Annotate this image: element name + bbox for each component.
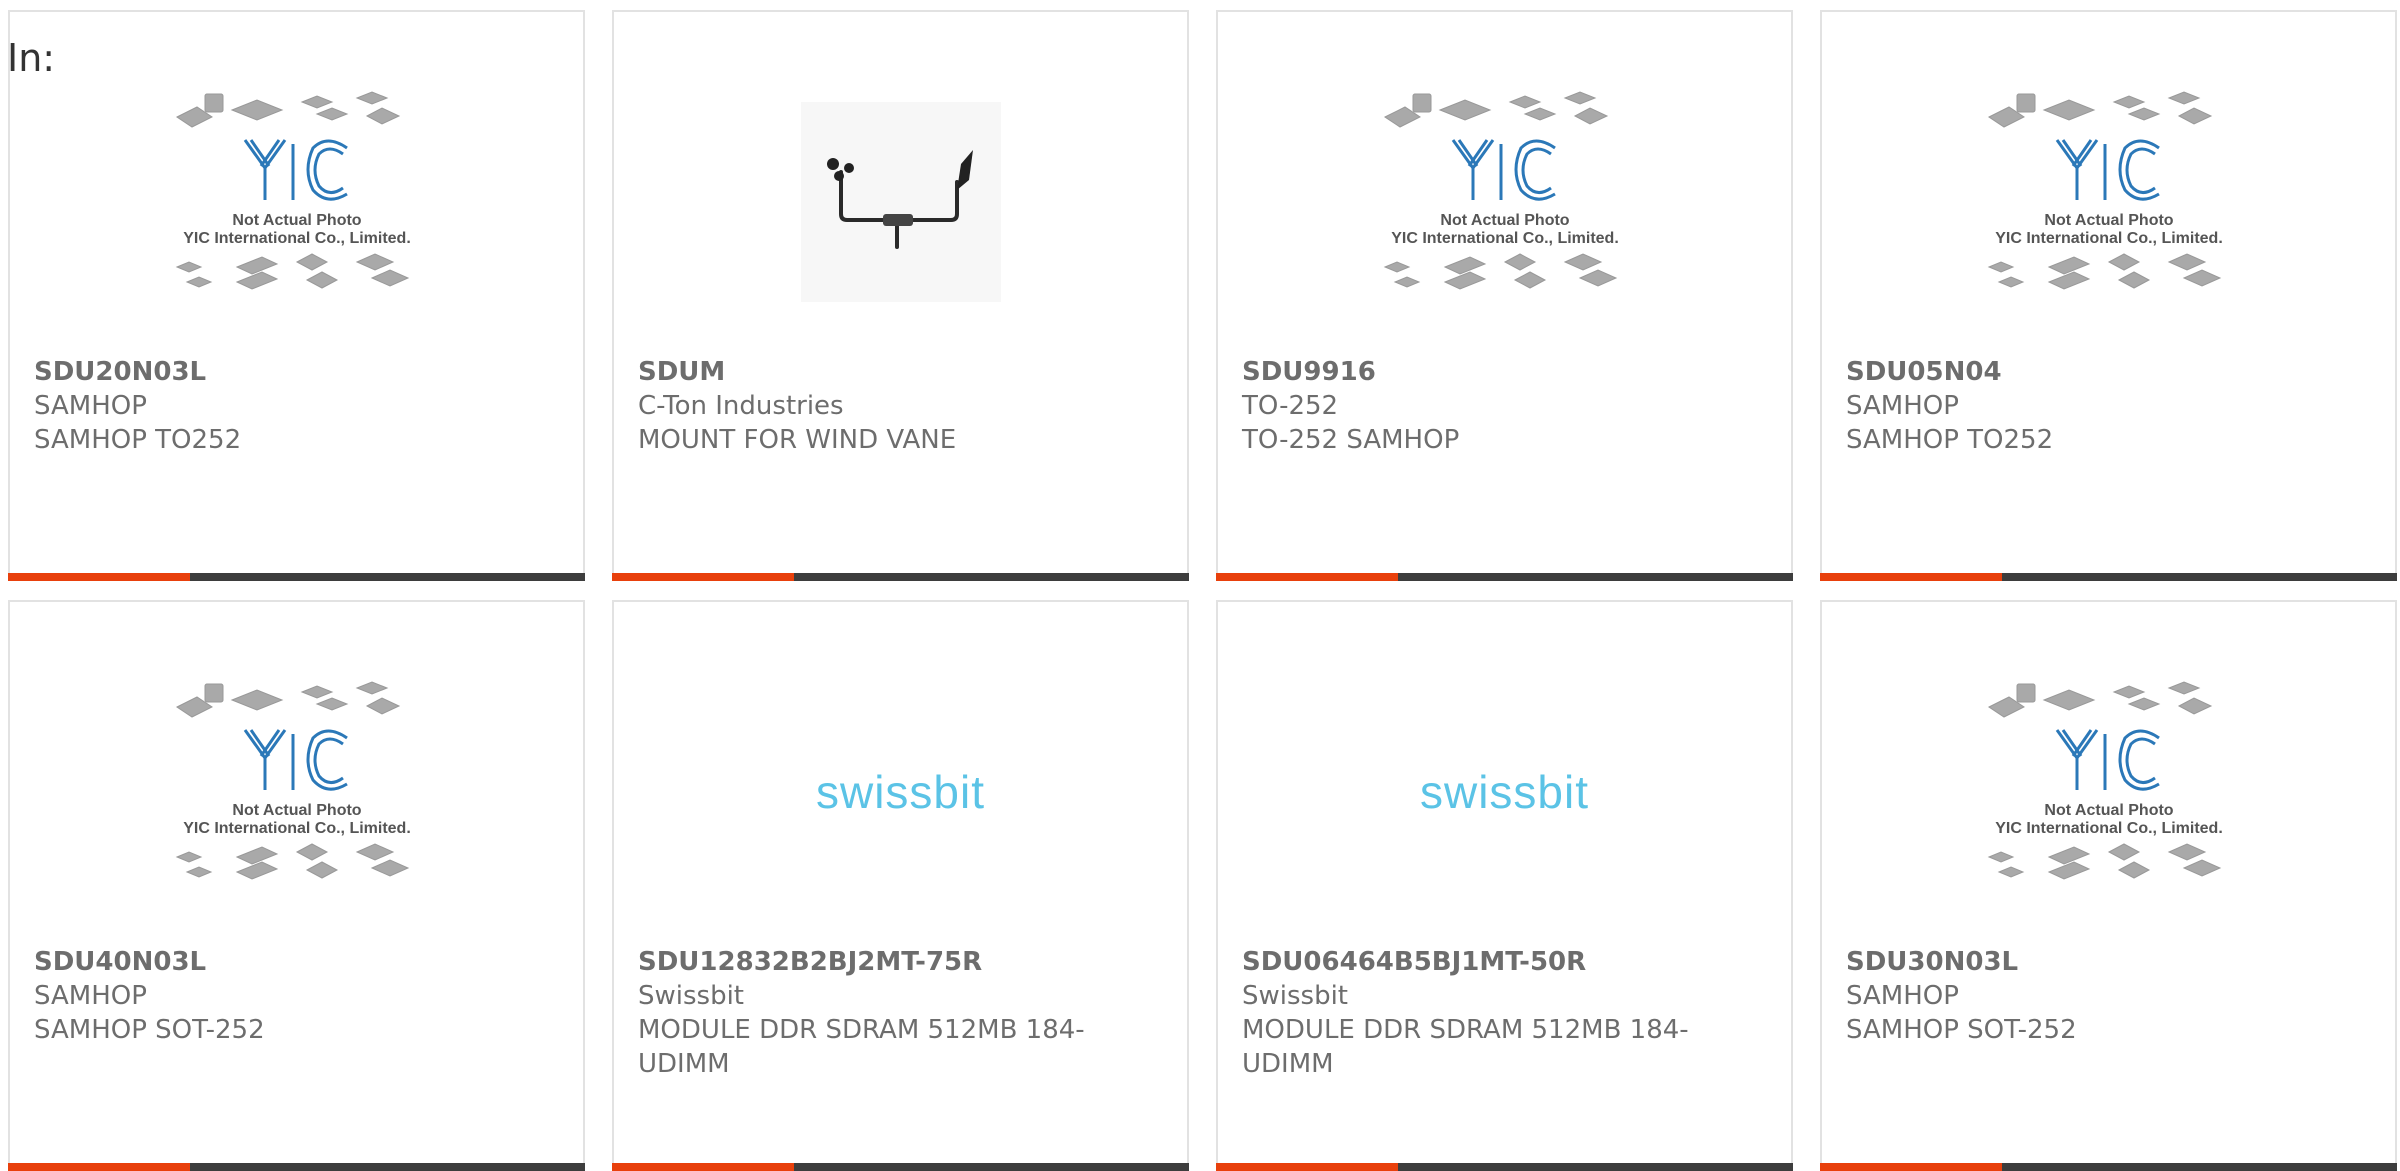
yic-placeholder-image: Not Actual Photo YIC International Co., …: [1987, 681, 2223, 880]
placeholder-caption-2: YIC International Co., Limited.: [183, 820, 411, 837]
part-number[interactable]: SDU20N03L: [34, 355, 563, 389]
product-description: SAMHOP SOT-252: [34, 1015, 265, 1045]
placeholder-caption-1: Not Actual Photo: [232, 212, 361, 229]
manufacturer-name: SAMHOP: [1846, 391, 1959, 421]
card-accent-segment: [612, 573, 794, 581]
product-info: SDU30N03L SAMHOP SAMHOP SOT-252: [1846, 945, 2375, 1047]
card-accent-bar: [1216, 1163, 1793, 1171]
product-card[interactable]: Not Actual Photo YIC International Co., …: [1216, 10, 1793, 581]
card-accent-segment: [1820, 573, 2002, 581]
manufacturer-name: TO-252: [1242, 391, 1339, 421]
card-accent-bar: [1216, 573, 1793, 581]
card-accent-segment: [8, 1163, 190, 1171]
product-card[interactable]: Not Actual Photo YIC International Co., …: [8, 600, 585, 1171]
product-description: SAMHOP TO252: [34, 425, 242, 455]
product-card[interactable]: Not Actual Photo YIC International Co., …: [1820, 600, 2397, 1171]
product-card[interactable]: swissbit SDU12832B2BJ2MT-75R Swissbit MO…: [612, 600, 1189, 1171]
part-number[interactable]: SDU40N03L: [34, 945, 563, 979]
manufacturer-name: SAMHOP: [1846, 981, 1959, 1011]
manufacturer-name: SAMHOP: [34, 981, 147, 1011]
placeholder-caption-2: YIC International Co., Limited.: [1391, 230, 1619, 247]
part-number[interactable]: SDU9916: [1242, 355, 1771, 389]
card-accent-bar: [612, 1163, 1189, 1171]
manufacturer-name: SAMHOP: [34, 391, 147, 421]
part-number[interactable]: SDU05N04: [1846, 355, 2375, 389]
product-description: SAMHOP SOT-252: [1846, 1015, 2077, 1045]
yic-placeholder-image: Not Actual Photo YIC International Co., …: [175, 681, 411, 880]
placeholder-caption-1: Not Actual Photo: [1440, 212, 1569, 229]
manufacturer-name: Swissbit: [1242, 981, 1349, 1011]
part-number[interactable]: SDUM: [638, 355, 1167, 389]
card-accent-segment: [8, 573, 190, 581]
part-number[interactable]: SDU12832B2BJ2MT-75R: [638, 945, 1167, 979]
product-image[interactable]: Not Actual Photo YIC International Co., …: [10, 52, 583, 352]
card-accent-segment: [612, 1163, 794, 1171]
yic-placeholder-image: Not Actual Photo YIC International Co., …: [175, 91, 411, 290]
product-card[interactable]: Not Actual Photo YIC International Co., …: [1820, 10, 2397, 581]
placeholder-caption-1: Not Actual Photo: [2044, 212, 2173, 229]
product-description: MODULE DDR SDRAM 512MB 184-UDIMM: [638, 1015, 1085, 1079]
card-accent-bar: [1820, 573, 2397, 581]
card-accent-segment: [1216, 573, 1398, 581]
placeholder-caption-2: YIC International Co., Limited.: [1995, 230, 2223, 247]
product-description: SAMHOP TO252: [1846, 425, 2054, 455]
product-image[interactable]: Not Actual Photo YIC International Co., …: [1822, 642, 2395, 942]
wind-vane-image: [800, 102, 1001, 302]
product-image[interactable]: swissbit: [1218, 642, 1791, 942]
product-info: SDUM C-Ton Industries MOUNT FOR WIND VAN…: [638, 355, 1167, 457]
placeholder-caption-2: YIC International Co., Limited.: [1995, 820, 2223, 837]
card-accent-bar: [612, 573, 1189, 581]
yic-placeholder-image: Not Actual Photo YIC International Co., …: [1987, 91, 2223, 290]
product-card[interactable]: SDUM C-Ton Industries MOUNT FOR WIND VAN…: [612, 10, 1189, 581]
product-info: SDU12832B2BJ2MT-75R Swissbit MODULE DDR …: [638, 945, 1167, 1081]
placeholder-caption-2: YIC International Co., Limited.: [183, 230, 411, 247]
swissbit-logo: swissbit: [1419, 766, 1590, 818]
card-accent-segment: [1820, 1163, 2002, 1171]
placeholder-caption-1: Not Actual Photo: [2044, 802, 2173, 819]
manufacturer-name: Swissbit: [638, 981, 745, 1011]
product-info: SDU05N04 SAMHOP SAMHOP TO252: [1846, 355, 2375, 457]
product-info: SDU9916 TO-252 TO-252 SAMHOP: [1242, 355, 1771, 457]
swissbit-logo: swissbit: [815, 766, 986, 818]
product-image[interactable]: Not Actual Photo YIC International Co., …: [1218, 52, 1791, 352]
part-number[interactable]: SDU30N03L: [1846, 945, 2375, 979]
product-card[interactable]: Not Actual Photo YIC International Co., …: [8, 10, 585, 581]
card-accent-bar: [1820, 1163, 2397, 1171]
part-number[interactable]: SDU06464B5BJ1MT-50R: [1242, 945, 1771, 979]
product-image[interactable]: Not Actual Photo YIC International Co., …: [1822, 52, 2395, 352]
product-image[interactable]: Not Actual Photo YIC International Co., …: [10, 642, 583, 942]
product-info: SDU20N03L SAMHOP SAMHOP TO252: [34, 355, 563, 457]
product-card[interactable]: swissbit SDU06464B5BJ1MT-50R Swissbit MO…: [1216, 600, 1793, 1171]
product-info: SDU40N03L SAMHOP SAMHOP SOT-252: [34, 945, 563, 1047]
yic-placeholder-image: Not Actual Photo YIC International Co., …: [1383, 91, 1619, 290]
section-label: In:: [7, 36, 56, 80]
manufacturer-name: C-Ton Industries: [638, 391, 844, 421]
product-image[interactable]: [614, 52, 1187, 352]
product-image[interactable]: swissbit: [614, 642, 1187, 942]
product-description: MOUNT FOR WIND VANE: [638, 425, 957, 455]
product-info: SDU06464B5BJ1MT-50R Swissbit MODULE DDR …: [1242, 945, 1771, 1081]
placeholder-caption-1: Not Actual Photo: [232, 802, 361, 819]
product-description: TO-252 SAMHOP: [1242, 425, 1460, 455]
card-accent-segment: [1216, 1163, 1398, 1171]
card-accent-bar: [8, 1163, 585, 1171]
product-description: MODULE DDR SDRAM 512MB 184-UDIMM: [1242, 1015, 1689, 1079]
card-accent-bar: [8, 573, 585, 581]
